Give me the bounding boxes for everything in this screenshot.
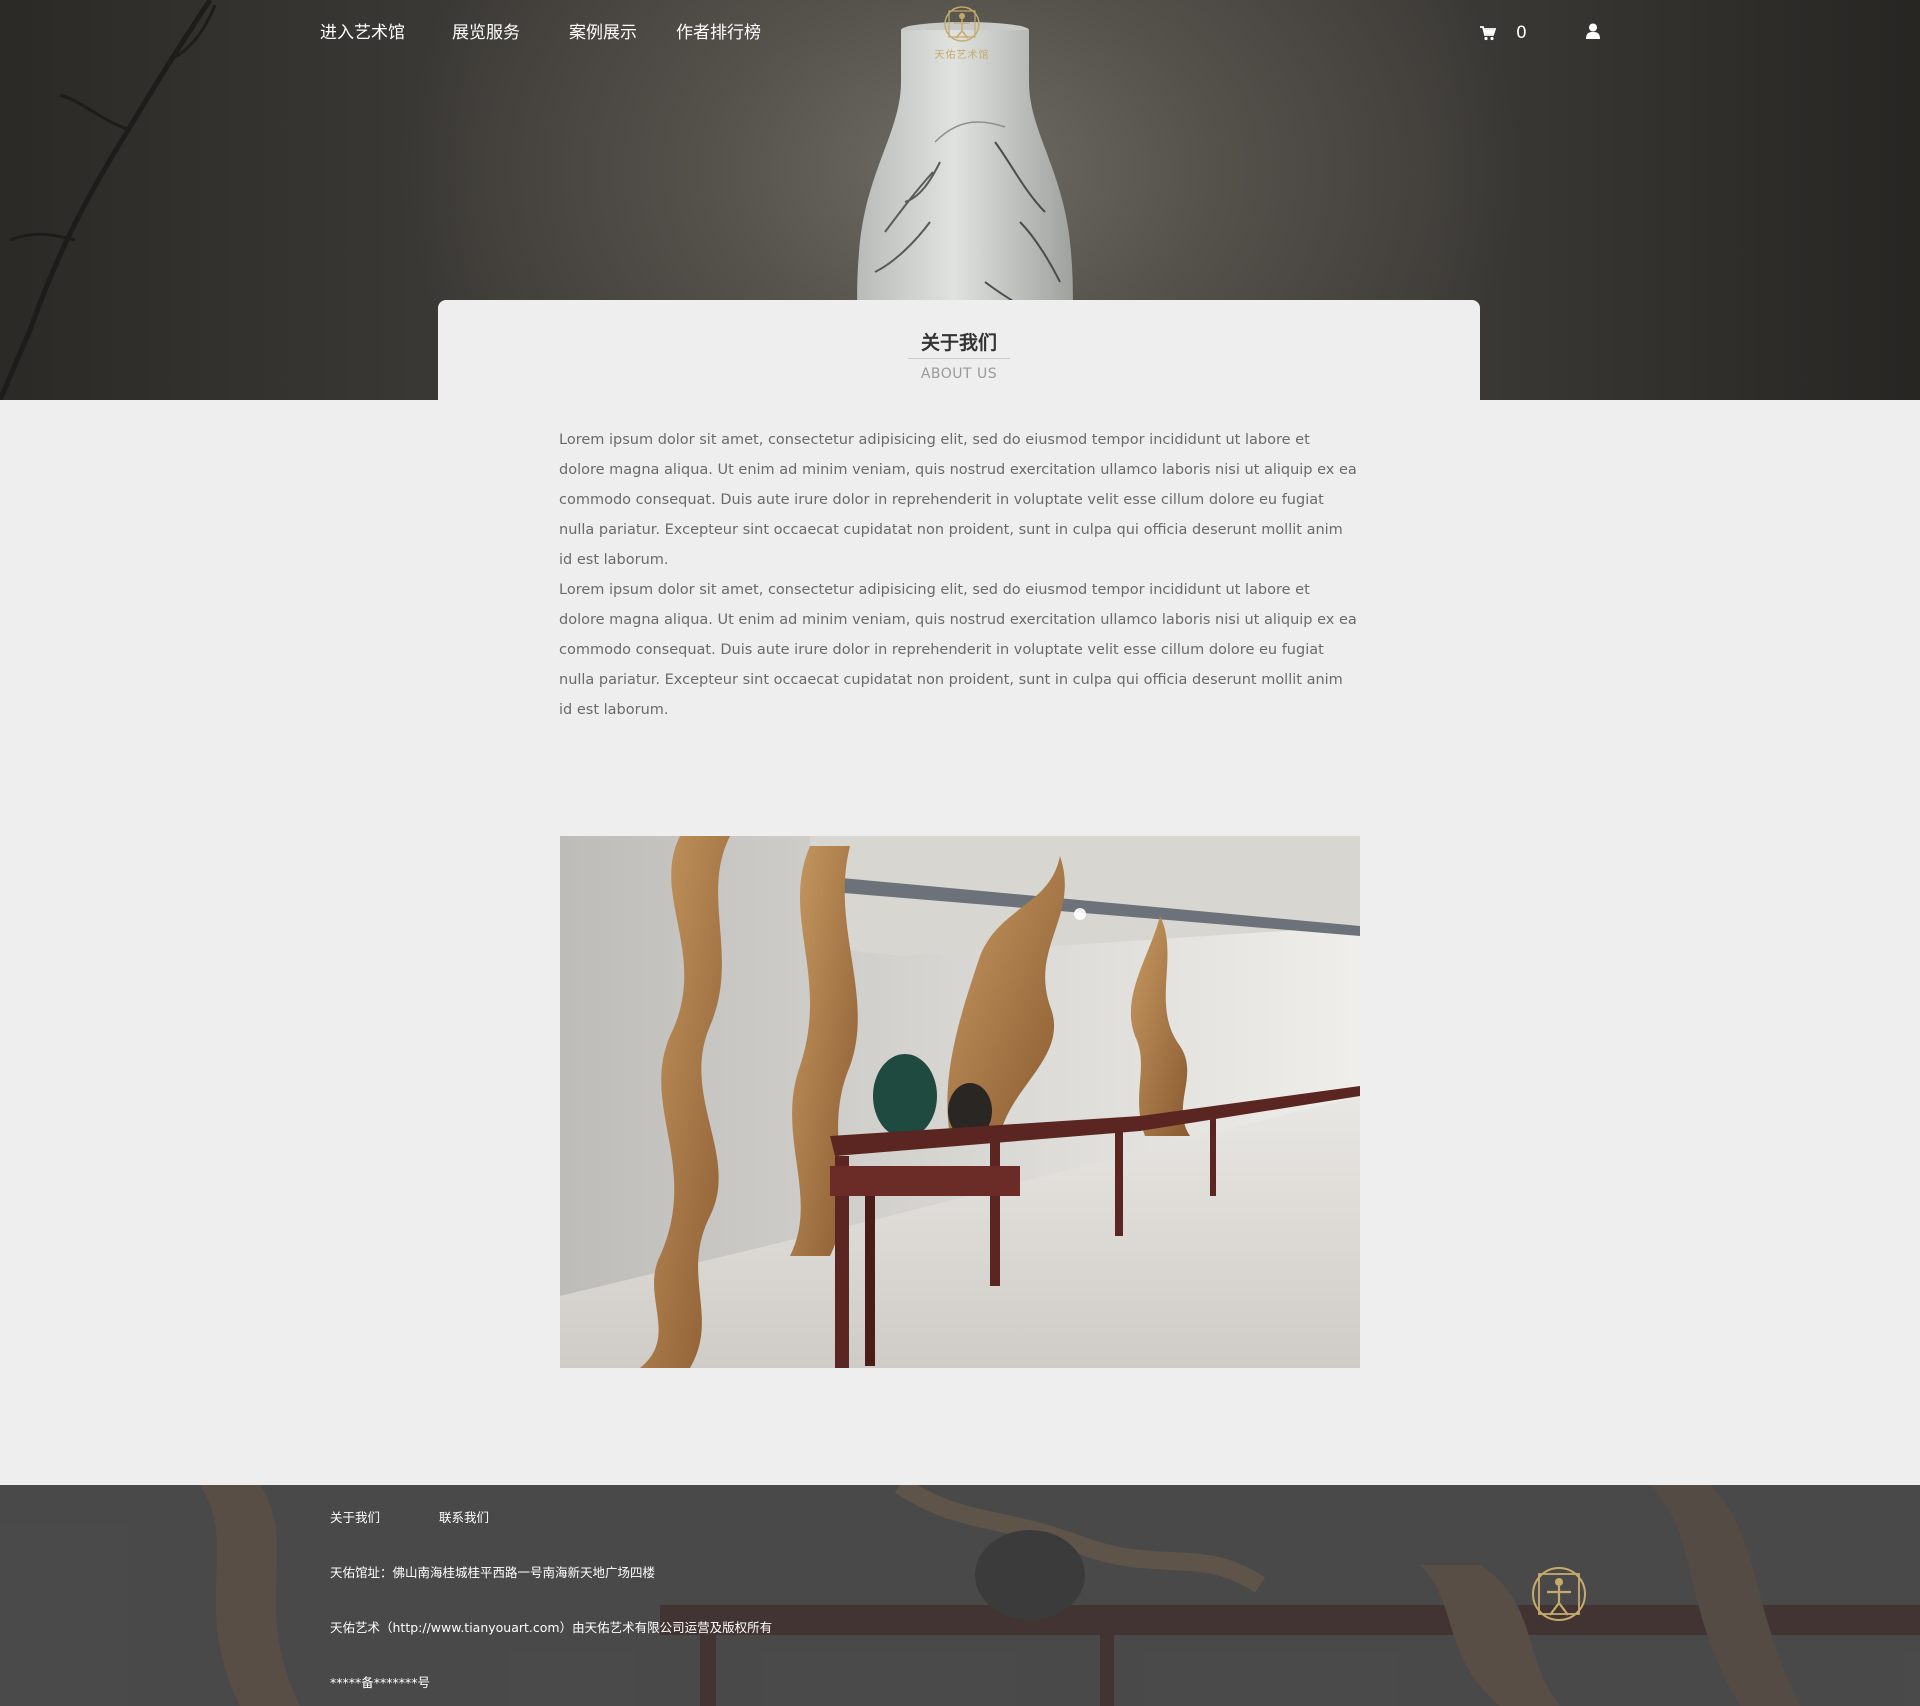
footer-overlay bbox=[0, 1485, 1920, 1706]
nav-exhibition-service[interactable]: 展览服务 bbox=[452, 20, 520, 46]
user-icon bbox=[1586, 23, 1600, 39]
logo-text: 天佑艺术馆 bbox=[934, 50, 990, 61]
gallery-photo bbox=[560, 836, 1360, 1368]
cart-icon bbox=[1480, 25, 1496, 40]
root-carving-exhibition-image bbox=[560, 836, 1360, 1368]
about-title: 关于我们 bbox=[920, 332, 997, 354]
nav-enter-gallery[interactable]: 进入艺术馆 bbox=[320, 20, 405, 46]
about-paragraph: Lorem ipsum dolor sit amet, consectetur … bbox=[559, 432, 1357, 568]
vitruvian-logo-icon bbox=[944, 6, 980, 42]
footer-link-contact[interactable]: 联系我们 bbox=[439, 1507, 489, 1526]
about-subtitle: ABOUT US bbox=[920, 366, 998, 382]
site-logo[interactable]: 天佑艺术馆 bbox=[930, 4, 994, 61]
site-footer: 关于我们 联系我们 天佑馆址：佛山南海桂城桂平西路一号南海新天地广场四楼 天佑艺… bbox=[0, 1485, 1920, 1706]
about-card: 关于我们 ABOUT US bbox=[438, 300, 1480, 400]
cart-count: 0 bbox=[1516, 23, 1527, 43]
footer-copyright: 天佑艺术（http://www.tianyouart.com）由天佑艺术有限公司… bbox=[330, 1620, 773, 1635]
cart-button[interactable]: 0 bbox=[1480, 20, 1527, 46]
footer-address: 天佑馆址：佛山南海桂城桂平西路一号南海新天地广场四楼 bbox=[330, 1565, 656, 1580]
nav-case-showcase[interactable]: 案例展示 bbox=[569, 20, 637, 46]
footer-icp: *****备*******号 bbox=[330, 1675, 431, 1690]
nav-author-ranking[interactable]: 作者排行榜 bbox=[676, 20, 761, 46]
about-paragraph: Lorem ipsum dolor sit amet, consectetur … bbox=[559, 582, 1357, 718]
title-divider bbox=[908, 358, 1010, 359]
footer-link-about[interactable]: 关于我们 bbox=[330, 1507, 380, 1526]
user-button[interactable] bbox=[1586, 23, 1600, 43]
footer-logo-icon[interactable] bbox=[1530, 1565, 1588, 1627]
